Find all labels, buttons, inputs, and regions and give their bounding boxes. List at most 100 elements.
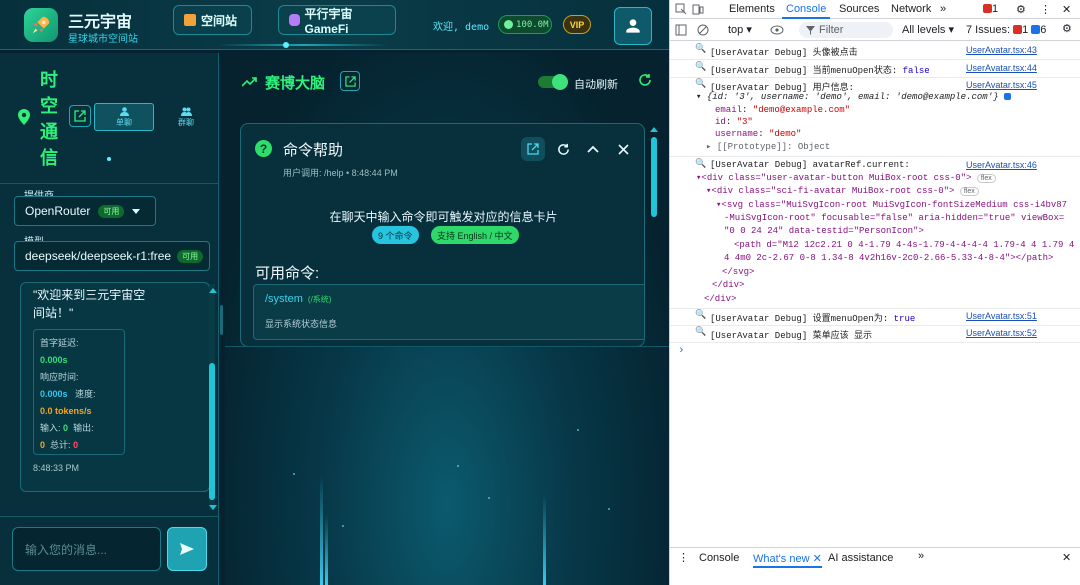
scroll-down-arrow[interactable] xyxy=(209,505,217,510)
open-external-button[interactable] xyxy=(340,71,360,91)
scroll-up-arrow[interactable] xyxy=(650,127,658,132)
eye-icon[interactable] xyxy=(770,25,784,35)
sidebar-icon[interactable] xyxy=(675,24,687,36)
error-icon xyxy=(1013,25,1023,34)
dom-node-line: </div> xyxy=(704,294,736,304)
tab-sources[interactable]: Sources xyxy=(839,3,879,15)
card-refresh-button[interactable] xyxy=(551,137,575,161)
dom-text: <svg class="MuiSvgIcon-root MuiSvgIcon-f… xyxy=(721,200,1068,210)
card-collapse-button[interactable] xyxy=(581,137,605,161)
more-tabs-icon[interactable]: » xyxy=(940,3,946,15)
close-icon[interactable]: ✕ xyxy=(1062,3,1071,16)
issues-label: 7 Issues: xyxy=(966,24,1011,36)
send-button[interactable] xyxy=(167,527,207,571)
nav-station-button[interactable]: 空间站 xyxy=(173,5,252,35)
inspect-icon[interactable] xyxy=(675,3,687,15)
context-select[interactable]: top ▾ xyxy=(728,23,752,36)
tab-elements[interactable]: Elements xyxy=(729,3,775,15)
error-count[interactable]: 1 xyxy=(983,3,998,15)
clear-console-icon[interactable] xyxy=(697,24,709,36)
scrollbar-thumb[interactable] xyxy=(651,137,657,217)
speed-label: 速度: xyxy=(75,389,96,399)
provider-select[interactable]: OpenRouter 可用 xyxy=(14,196,156,226)
auto-refresh-toggle[interactable] xyxy=(538,74,568,90)
dom-node-line[interactable]: <path d="M12 12c2.21 0 4-1.79 4-4s-1.79-… xyxy=(734,240,1074,250)
filter-icon xyxy=(806,26,815,35)
input-label: 输入: xyxy=(40,423,61,433)
devtools-tabbar: Elements Console Sources Network » 1 ⚙ ⋮… xyxy=(670,0,1080,19)
output-value: 0 xyxy=(40,440,46,450)
nav-gamefi-button[interactable]: 平行宇宙GameFi xyxy=(278,5,396,36)
card-close-button[interactable] xyxy=(611,137,635,161)
device-toolbar-icon[interactable] xyxy=(692,3,704,15)
log-source-link[interactable]: UserAvatar.tsx:44 xyxy=(966,63,1037,73)
email-value: "demo@example.com" xyxy=(752,105,851,115)
star-particle xyxy=(457,465,459,467)
more-vert-icon[interactable]: ⋮ xyxy=(678,551,689,564)
dom-node-line[interactable]: ▾<div class="sci-fi-avatar MuiBox-root c… xyxy=(706,186,979,196)
panel-resize-handle[interactable] xyxy=(220,305,223,335)
card-title: 命令帮助 xyxy=(283,142,344,159)
gear-icon[interactable]: ⚙ xyxy=(1062,22,1072,35)
scrollbar-thumb[interactable] xyxy=(209,363,215,500)
tab-single-chat[interactable]: 单聊 xyxy=(94,103,154,131)
dom-text: </svg> xyxy=(722,267,755,277)
card-open-external-button[interactable] xyxy=(521,137,545,161)
search-icon: 🔍 xyxy=(695,159,707,169)
close-icon[interactable]: ✕ xyxy=(1062,551,1071,564)
cyber-brain-panel: 赛博大脑 自动刷新 ? 命令帮助 用户调用: /help • 8:48:44 P… xyxy=(225,53,669,585)
log-source-link[interactable]: UserAvatar.tsx:52 xyxy=(966,328,1037,338)
drawer-tab-console[interactable]: Console xyxy=(699,552,739,564)
tab-group-chat[interactable]: 群聊 xyxy=(156,103,216,131)
dom-node-line: 4 4m0 2c-2.67 0-8 1.34-8 4v2h16v-2c0-2.6… xyxy=(724,253,1053,263)
object-preview[interactable]: ▾ {id: '3', username: 'demo', email: 'de… xyxy=(696,92,1011,102)
error-count-value: 1 xyxy=(992,3,999,15)
balance-badge[interactable]: 100.0M xyxy=(498,15,552,34)
open-external-button[interactable] xyxy=(69,105,91,127)
divider xyxy=(0,183,219,184)
model-select[interactable]: deepseek/deepseek-r1:free 可用 xyxy=(14,241,210,271)
more-vert-icon[interactable]: ⋮ xyxy=(1040,3,1051,16)
message-input[interactable]: 输入您的消息... xyxy=(12,527,161,571)
tab-console[interactable]: Console xyxy=(781,3,831,19)
drawer-tab-ai-assistance[interactable]: AI assistance xyxy=(828,552,893,564)
log-source-link[interactable]: UserAvatar.tsx:46 xyxy=(966,160,1037,170)
tab-network[interactable]: Network xyxy=(891,3,931,15)
command-item[interactable]: /system (/系统) 显示系统状态信息 xyxy=(253,284,644,340)
chat-panel: 时 空 通 信 单聊 群聊 提供商 OpenRouter 可用 模型 deeps… xyxy=(0,53,219,585)
chat-panel-title: 时 空 通 信 xyxy=(40,67,62,171)
user-avatar-button[interactable] xyxy=(614,7,652,45)
log-source-link[interactable]: UserAvatar.tsx:51 xyxy=(966,311,1037,321)
object-prototype[interactable]: ▸ [[Prototype]]: Object xyxy=(706,142,830,152)
log-source-link[interactable]: UserAvatar.tsx:43 xyxy=(966,45,1037,55)
log-text: [UserAvatar Debug] 设置menuOpen为: xyxy=(710,314,894,324)
stats-card: 首字延迟: 0.000s 响应时间: 0.000s 速度: 0.0 tokens… xyxy=(33,329,125,455)
log-source-link[interactable]: UserAvatar.tsx:45 xyxy=(966,80,1037,90)
drawer-tab-whats-new[interactable]: What's new ✕ xyxy=(753,552,822,568)
dom-node-line[interactable]: ▾<div class="user-avatar-button MuiBox-r… xyxy=(696,173,996,183)
card-subtitle: 用户调用: /help • 8:48:44 PM xyxy=(283,168,398,178)
dom-node-line: -MuiSvgIcon-root" focusable="false" aria… xyxy=(724,213,1064,223)
scroll-up-arrow[interactable] xyxy=(209,288,217,293)
search-icon: 🔍 xyxy=(695,310,707,320)
divider-dot xyxy=(107,157,111,161)
issues-counter[interactable]: 7 Issues: 1 6 xyxy=(966,24,1046,36)
search-icon: 🔍 xyxy=(695,79,707,89)
command-description: 显示系统状态信息 xyxy=(265,319,338,329)
vip-badge[interactable]: VIP xyxy=(563,15,591,34)
app-logo[interactable] xyxy=(24,8,58,42)
console-prompt[interactable]: › xyxy=(678,345,685,357)
gear-icon[interactable]: ⚙ xyxy=(1016,3,1026,16)
rocket-icon xyxy=(32,16,50,34)
refresh-icon[interactable] xyxy=(638,73,652,87)
object-field-id: id: "3" xyxy=(715,117,753,127)
flex-badge: flex xyxy=(976,174,996,183)
chevron-down-icon xyxy=(132,208,141,214)
levels-select[interactable]: All levels ▾ xyxy=(902,23,954,36)
dom-text: 4 4m0 2c-2.67 0-8 1.34-8 4v2h16v-2c0-2.6… xyxy=(724,253,1054,263)
more-tabs-icon[interactable]: » xyxy=(918,550,924,562)
tab-single-chat-label: 单聊 xyxy=(116,117,132,127)
error-icon xyxy=(983,4,992,13)
dom-node-line[interactable]: ▾<svg class="MuiSvgIcon-root MuiSvgIcon-… xyxy=(716,200,1067,210)
response-label: 响应时间: xyxy=(40,372,79,382)
